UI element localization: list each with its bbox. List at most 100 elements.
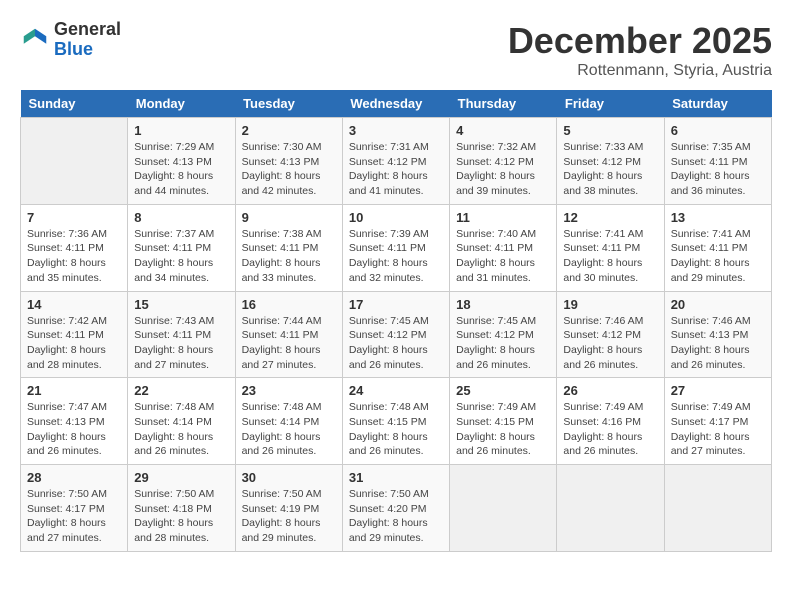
day-cell: 3 Sunrise: 7:31 AM Sunset: 4:12 PM Daylig… [342,118,449,205]
day-number: 31 [349,470,443,485]
day-cell: 5 Sunrise: 7:33 AM Sunset: 4:12 PM Daylig… [557,118,664,205]
day-number: 3 [349,123,443,138]
day-cell [664,465,771,552]
weekday-header-tuesday: Tuesday [235,90,342,118]
day-info: Sunrise: 7:30 AM Sunset: 4:13 PM Dayligh… [242,140,336,199]
day-number: 23 [242,383,336,398]
day-cell [450,465,557,552]
day-info: Sunrise: 7:37 AM Sunset: 4:11 PM Dayligh… [134,227,228,286]
day-cell: 13 Sunrise: 7:41 AM Sunset: 4:11 PM Dayli… [664,204,771,291]
location-subtitle: Rottenmann, Styria, Austria [508,62,772,80]
day-cell: 11 Sunrise: 7:40 AM Sunset: 4:11 PM Dayli… [450,204,557,291]
day-number: 14 [27,297,121,312]
weekday-header-wednesday: Wednesday [342,90,449,118]
day-number: 15 [134,297,228,312]
day-info: Sunrise: 7:49 AM Sunset: 4:16 PM Dayligh… [563,400,657,459]
day-info: Sunrise: 7:45 AM Sunset: 4:12 PM Dayligh… [456,314,550,373]
day-cell: 10 Sunrise: 7:39 AM Sunset: 4:11 PM Dayli… [342,204,449,291]
day-number: 19 [563,297,657,312]
day-number: 18 [456,297,550,312]
day-info: Sunrise: 7:49 AM Sunset: 4:15 PM Dayligh… [456,400,550,459]
day-number: 26 [563,383,657,398]
week-row-2: 7Sunrise: 7:36 AM Sunset: 4:11 PM Daylig… [21,204,772,291]
day-number: 21 [27,383,121,398]
day-info: Sunrise: 7:32 AM Sunset: 4:12 PM Dayligh… [456,140,550,199]
day-cell: 6Sunrise: 7:35 AM Sunset: 4:11 PM Daylig… [664,118,771,205]
weekday-header-row: SundayMondayTuesdayWednesdayThursdayFrid… [21,90,772,118]
day-cell: 26 Sunrise: 7:49 AM Sunset: 4:16 PM Dayli… [557,378,664,465]
day-cell: 27 Sunrise: 7:49 AM Sunset: 4:17 PM Dayli… [664,378,771,465]
day-number: 30 [242,470,336,485]
day-cell: 31Sunrise: 7:50 AM Sunset: 4:20 PM Dayli… [342,465,449,552]
day-number: 27 [671,383,765,398]
weekday-header-friday: Friday [557,90,664,118]
day-info: Sunrise: 7:48 AM Sunset: 4:14 PM Dayligh… [242,400,336,459]
day-cell: 12 Sunrise: 7:41 AM Sunset: 4:11 PM Dayli… [557,204,664,291]
day-info: Sunrise: 7:50 AM Sunset: 4:17 PM Dayligh… [27,487,121,546]
day-number: 2 [242,123,336,138]
day-info: Sunrise: 7:35 AM Sunset: 4:11 PM Dayligh… [671,140,765,199]
day-cell: 23 Sunrise: 7:48 AM Sunset: 4:14 PM Dayli… [235,378,342,465]
day-cell: 22Sunrise: 7:48 AM Sunset: 4:14 PM Dayli… [128,378,235,465]
day-cell [557,465,664,552]
day-cell: 9Sunrise: 7:38 AM Sunset: 4:11 PM Daylig… [235,204,342,291]
page-header: General Blue December 2025 Rottenmann, S… [20,20,772,80]
day-cell: 25Sunrise: 7:49 AM Sunset: 4:15 PM Dayli… [450,378,557,465]
day-cell: 30 Sunrise: 7:50 AM Sunset: 4:19 PM Dayli… [235,465,342,552]
day-info: Sunrise: 7:40 AM Sunset: 4:11 PM Dayligh… [456,227,550,286]
day-info: Sunrise: 7:41 AM Sunset: 4:11 PM Dayligh… [671,227,765,286]
day-number: 10 [349,210,443,225]
day-info: Sunrise: 7:49 AM Sunset: 4:17 PM Dayligh… [671,400,765,459]
week-row-5: 28Sunrise: 7:50 AM Sunset: 4:17 PM Dayli… [21,465,772,552]
day-number: 1 [134,123,228,138]
day-info: Sunrise: 7:33 AM Sunset: 4:12 PM Dayligh… [563,140,657,199]
logo-icon [20,25,50,55]
day-number: 29 [134,470,228,485]
day-info: Sunrise: 7:42 AM Sunset: 4:11 PM Dayligh… [27,314,121,373]
day-info: Sunrise: 7:50 AM Sunset: 4:18 PM Dayligh… [134,487,228,546]
day-info: Sunrise: 7:46 AM Sunset: 4:13 PM Dayligh… [671,314,765,373]
day-number: 13 [671,210,765,225]
day-info: Sunrise: 7:29 AM Sunset: 4:13 PM Dayligh… [134,140,228,199]
week-row-4: 21Sunrise: 7:47 AM Sunset: 4:13 PM Dayli… [21,378,772,465]
day-number: 12 [563,210,657,225]
logo: General Blue [20,20,121,60]
day-number: 7 [27,210,121,225]
day-cell: 16 Sunrise: 7:44 AM Sunset: 4:11 PM Dayli… [235,291,342,378]
day-cell: 4 Sunrise: 7:32 AM Sunset: 4:12 PM Daylig… [450,118,557,205]
day-info: Sunrise: 7:41 AM Sunset: 4:11 PM Dayligh… [563,227,657,286]
day-cell: 20 Sunrise: 7:46 AM Sunset: 4:13 PM Dayli… [664,291,771,378]
day-number: 20 [671,297,765,312]
day-cell: 7Sunrise: 7:36 AM Sunset: 4:11 PM Daylig… [21,204,128,291]
week-row-1: 1 Sunrise: 7:29 AM Sunset: 4:13 PM Daylig… [21,118,772,205]
calendar-body: 1 Sunrise: 7:29 AM Sunset: 4:13 PM Daylig… [21,118,772,552]
day-info: Sunrise: 7:39 AM Sunset: 4:11 PM Dayligh… [349,227,443,286]
weekday-header-sunday: Sunday [21,90,128,118]
day-info: Sunrise: 7:31 AM Sunset: 4:12 PM Dayligh… [349,140,443,199]
week-row-3: 14 Sunrise: 7:42 AM Sunset: 4:11 PM Dayli… [21,291,772,378]
weekday-header-saturday: Saturday [664,90,771,118]
day-number: 24 [349,383,443,398]
day-number: 11 [456,210,550,225]
logo-blue-text: Blue [54,39,93,59]
day-number: 8 [134,210,228,225]
day-info: Sunrise: 7:45 AM Sunset: 4:12 PM Dayligh… [349,314,443,373]
day-cell: 29 Sunrise: 7:50 AM Sunset: 4:18 PM Dayli… [128,465,235,552]
day-number: 5 [563,123,657,138]
day-info: Sunrise: 7:48 AM Sunset: 4:15 PM Dayligh… [349,400,443,459]
title-block: December 2025 Rottenmann, Styria, Austri… [508,20,772,80]
weekday-header-thursday: Thursday [450,90,557,118]
day-number: 4 [456,123,550,138]
calendar-header: SundayMondayTuesdayWednesdayThursdayFrid… [21,90,772,118]
day-info: Sunrise: 7:50 AM Sunset: 4:19 PM Dayligh… [242,487,336,546]
day-cell: 24 Sunrise: 7:48 AM Sunset: 4:15 PM Dayli… [342,378,449,465]
day-number: 16 [242,297,336,312]
day-cell: 17Sunrise: 7:45 AM Sunset: 4:12 PM Dayli… [342,291,449,378]
day-cell [21,118,128,205]
day-cell: 18 Sunrise: 7:45 AM Sunset: 4:12 PM Dayli… [450,291,557,378]
day-number: 22 [134,383,228,398]
day-cell: 28Sunrise: 7:50 AM Sunset: 4:17 PM Dayli… [21,465,128,552]
day-cell: 21Sunrise: 7:47 AM Sunset: 4:13 PM Dayli… [21,378,128,465]
day-info: Sunrise: 7:38 AM Sunset: 4:11 PM Dayligh… [242,227,336,286]
day-info: Sunrise: 7:44 AM Sunset: 4:11 PM Dayligh… [242,314,336,373]
